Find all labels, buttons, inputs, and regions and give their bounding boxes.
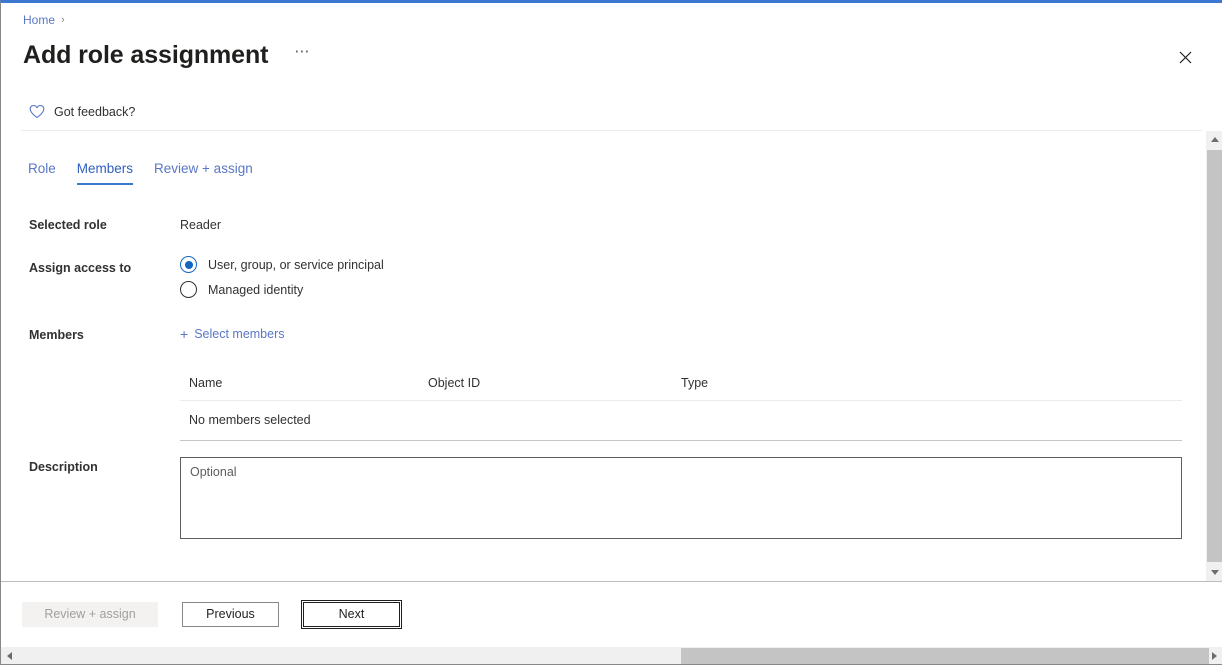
tab-members[interactable]: Members <box>76 161 134 185</box>
tab-role[interactable]: Role <box>28 161 56 185</box>
horizontal-scrollbar-thumb[interactable] <box>681 648 1209 664</box>
empty-state-message: No members selected <box>189 413 311 427</box>
members-label: Members <box>29 328 84 342</box>
triangle-down-icon <box>1210 570 1219 575</box>
column-header-type: Type <box>681 376 709 390</box>
horizontal-scrollbar[interactable] <box>1 646 1222 665</box>
wizard-tabs: Role Members Review + assign <box>28 161 253 185</box>
header-divider <box>21 130 1202 131</box>
footer-action-bar: Review + assign Previous Next <box>1 581 1222 641</box>
radio-managed-identity[interactable]: Managed identity <box>180 281 384 298</box>
description-input[interactable] <box>180 457 1182 539</box>
selected-role-label: Selected role <box>29 218 107 232</box>
members-table-empty-row: No members selected <box>180 401 1182 441</box>
next-button[interactable]: Next <box>301 600 402 629</box>
more-options-icon[interactable]: ⋯ <box>290 41 314 69</box>
assign-access-to-radio-group: User, group, or service principal Manage… <box>180 256 384 298</box>
tab-review-assign[interactable]: Review + assign <box>154 161 253 185</box>
radio-user-group-service-principal[interactable]: User, group, or service principal <box>180 256 384 273</box>
page-title: Add role assignment <box>23 41 269 69</box>
vertical-scrollbar-thumb[interactable] <box>1207 150 1222 562</box>
radio-label: Managed identity <box>208 282 304 297</box>
radio-label: User, group, or service principal <box>208 257 384 272</box>
members-table-header: Name Object ID Type <box>180 376 1182 401</box>
breadcrumb-chevron-icon: › <box>61 13 65 26</box>
scroll-down-button[interactable] <box>1206 564 1222 581</box>
plus-icon: + <box>180 326 189 342</box>
assign-access-to-label: Assign access to <box>29 261 132 275</box>
scroll-right-button[interactable] <box>1206 647 1222 665</box>
previous-button[interactable]: Previous <box>182 602 279 627</box>
triangle-left-icon <box>7 652 12 660</box>
got-feedback-button[interactable]: Got feedback? <box>29 104 135 119</box>
heart-icon <box>29 104 45 118</box>
title-row: Add role assignment ⋯ <box>23 39 314 71</box>
radio-circle-icon <box>180 281 197 298</box>
review-assign-button[interactable]: Review + assign <box>22 602 158 627</box>
selected-role-value: Reader <box>180 218 221 232</box>
close-icon <box>1179 51 1191 63</box>
scroll-left-button[interactable] <box>1 647 18 665</box>
scroll-up-button[interactable] <box>1206 131 1222 148</box>
got-feedback-label: Got feedback? <box>54 104 136 119</box>
select-members-button[interactable]: + Select members <box>180 327 285 341</box>
breadcrumb: Home › <box>23 13 65 27</box>
select-members-label: Select members <box>194 327 285 341</box>
column-header-name: Name <box>189 376 223 390</box>
add-role-assignment-blade: Home › Add role assignment ⋯ Got feedbac… <box>0 0 1222 665</box>
column-header-object-id: Object ID <box>428 376 481 390</box>
close-button[interactable] <box>1172 44 1198 70</box>
description-label: Description <box>29 460 98 474</box>
breadcrumb-home-link[interactable]: Home <box>23 13 55 27</box>
radio-circle-icon <box>180 256 197 273</box>
triangle-up-icon <box>1210 137 1219 142</box>
vertical-scrollbar[interactable] <box>1205 131 1222 581</box>
triangle-right-icon <box>1212 652 1217 660</box>
members-table: Name Object ID Type No members selected <box>180 376 1182 441</box>
